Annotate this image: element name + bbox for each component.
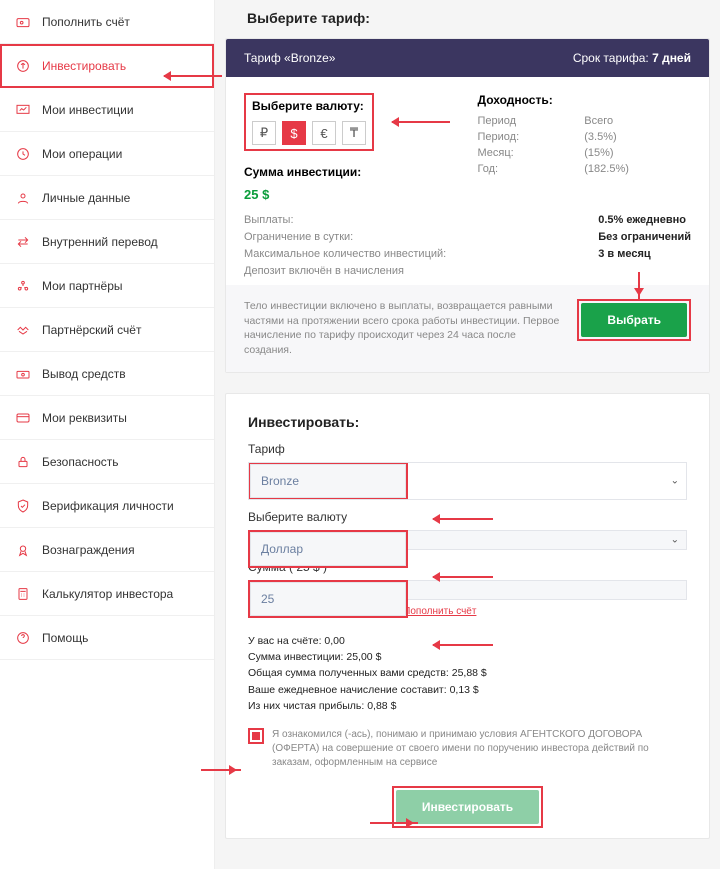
agree-checkbox[interactable] [248, 728, 264, 744]
sidebar-item-invest[interactable]: Инвестировать [0, 44, 214, 88]
partners-icon [14, 277, 32, 295]
sidebar-item-label: Партнёрский счёт [42, 323, 141, 337]
sidebar-item-transfer[interactable]: Внутренний перевод [0, 220, 214, 264]
chevron-down-icon: ⌄ [671, 534, 679, 545]
sidebar-item-requisites[interactable]: Мои реквизиты [0, 396, 214, 440]
sidebar-item-label: Личные данные [42, 191, 130, 205]
sidebar-item-label: Вознаграждения [42, 543, 135, 557]
sidebar-item-label: Пополнить счёт [42, 15, 130, 29]
clock-icon [14, 145, 32, 163]
sidebar-item-label: Мои инвестиции [42, 103, 134, 117]
form-currency-label: Выберите валюту [248, 510, 687, 524]
currency-select[interactable]: Доллар [250, 532, 406, 566]
sidebar-item-label: Помощь [42, 631, 88, 645]
annotation-arrow-icon [433, 644, 493, 646]
tariff-name: Тариф «Bronze» [244, 51, 335, 65]
annotation-arrow-icon [433, 576, 493, 578]
invest-form: Инвестировать: Тариф Bronze ⌄ Выберите в… [225, 393, 710, 839]
lock-icon [14, 453, 32, 471]
sidebar-item-security[interactable]: Безопасность [0, 440, 214, 484]
sum-value: 25 $ [244, 187, 458, 202]
currency-eur-button[interactable]: € [312, 121, 336, 145]
currency-usd-button[interactable]: $ [282, 121, 306, 145]
sidebar: Пополнить счёт Инвестировать Мои инвести… [0, 0, 215, 869]
currency-kzt-button[interactable]: ₸ [342, 121, 366, 145]
sidebar-item-label: Безопасность [42, 455, 119, 469]
transfer-icon [14, 233, 32, 251]
annotation-arrow-icon [370, 822, 418, 824]
sidebar-item-rewards[interactable]: Вознаграждения [0, 528, 214, 572]
calculator-icon [14, 585, 32, 603]
select-tariff-title: Выберите тариф: [247, 10, 710, 26]
sidebar-item-label: Верификация личности [42, 499, 174, 513]
sidebar-item-verification[interactable]: Верификация личности [0, 484, 214, 528]
sidebar-item-topup[interactable]: Пополнить счёт [0, 0, 214, 44]
sidebar-item-calculator[interactable]: Калькулятор инвестора [0, 572, 214, 616]
sidebar-item-profile[interactable]: Личные данные [0, 176, 214, 220]
topup-link[interactable]: Пополнить счёт [403, 606, 476, 617]
yield-label: Доходность: [478, 93, 692, 107]
currency-rub-button[interactable]: ₽ [252, 121, 276, 145]
chart-icon [14, 101, 32, 119]
annotation-arrow-icon [433, 518, 493, 520]
sidebar-item-partner-account[interactable]: Партнёрский счёт [0, 308, 214, 352]
sum-input[interactable] [250, 582, 406, 616]
tariff-footnote: Тело инвестиции включено в выплаты, возв… [244, 299, 559, 358]
annotation-arrow-icon [392, 121, 450, 123]
help-icon [14, 629, 32, 647]
sidebar-item-label: Вывод средств [42, 367, 126, 381]
sidebar-item-myinvest[interactable]: Мои инвестиции [0, 88, 214, 132]
cash-icon [14, 365, 32, 383]
currency-label: Выберите валюту: [252, 99, 366, 113]
invest-title: Инвестировать: [248, 414, 709, 430]
agree-text: Я ознакомился (-ась), понимаю и принимаю… [272, 728, 687, 770]
sidebar-item-label: Внутренний перевод [42, 235, 158, 249]
sidebar-item-label: Мои реквизиты [42, 411, 127, 425]
annotation-arrow-icon [164, 75, 222, 77]
tariff-card: Тариф «Bronze» Срок тарифа: 7 дней Выбер… [225, 38, 710, 373]
annotation-arrow-icon [201, 769, 241, 771]
handshake-icon [14, 321, 32, 339]
tariff-header: Тариф «Bronze» Срок тарифа: 7 дней [226, 39, 709, 77]
main-content: Выберите тариф: Тариф «Bronze» Срок тари… [215, 0, 720, 869]
sidebar-item-help[interactable]: Помощь [0, 616, 214, 660]
shield-icon [14, 497, 32, 515]
tariff-duration: Срок тарифа: 7 дней [573, 51, 691, 65]
sidebar-item-withdraw[interactable]: Вывод средств [0, 352, 214, 396]
sidebar-item-label: Инвестировать [42, 59, 126, 73]
invest-icon [14, 57, 32, 75]
sidebar-item-operations[interactable]: Мои операции [0, 132, 214, 176]
user-icon [14, 189, 32, 207]
currency-select-box: Выберите валюту: ₽ $ € ₸ [244, 93, 374, 151]
card-icon [14, 409, 32, 427]
annotation-arrow-icon [638, 272, 640, 300]
choose-button[interactable]: Выбрать [581, 303, 687, 337]
sidebar-item-partners[interactable]: Мои партнёры [0, 264, 214, 308]
sidebar-item-label: Мои партнёры [42, 279, 123, 293]
medal-icon [14, 541, 32, 559]
sidebar-item-label: Калькулятор инвестора [42, 587, 173, 601]
sum-label: Сумма инвестиции: [244, 165, 458, 179]
wallet-icon [14, 13, 32, 31]
sidebar-item-label: Мои операции [42, 147, 122, 161]
form-tariff-label: Тариф [248, 442, 687, 456]
